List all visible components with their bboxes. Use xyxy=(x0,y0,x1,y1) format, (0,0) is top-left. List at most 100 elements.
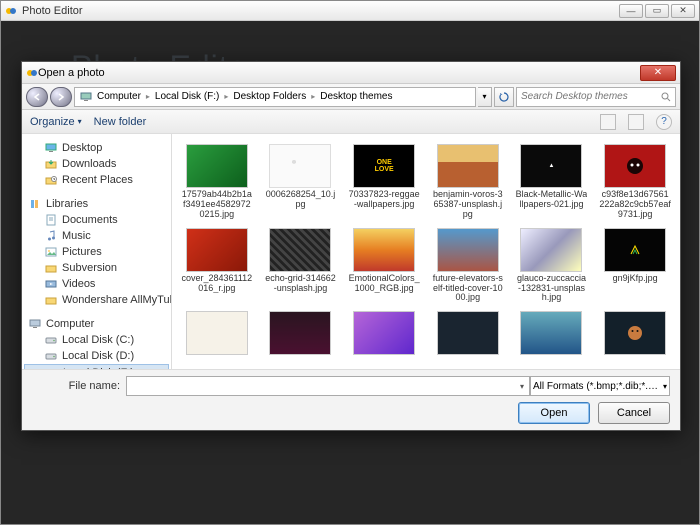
file-thumbnail xyxy=(186,228,248,272)
chevron-down-icon: ▾ xyxy=(78,117,82,126)
sidebar[interactable]: DesktopDownloadsRecent Places LibrariesDo… xyxy=(22,134,172,369)
file-label: cover_284361112016_r.jpg xyxy=(181,274,253,294)
file-label: EmotionalColors_1000_RGB.jpg xyxy=(348,274,420,294)
dialog-body: DesktopDownloadsRecent Places LibrariesDo… xyxy=(22,134,680,369)
file-item[interactable]: 0006268254_10.jpg xyxy=(260,142,342,222)
file-item[interactable]: ▲ Black-Metallic-Wallpapers-021.jpg xyxy=(511,142,593,222)
file-label: benjamin-voros-365387-unsplash.jpg xyxy=(432,190,504,220)
chevron-down-icon[interactable]: ▾ xyxy=(520,382,524,391)
file-label: 0006268254_10.jpg xyxy=(264,190,336,210)
crumb-3[interactable]: Desktop themes xyxy=(317,91,395,102)
window-buttons: — ▭ ✕ xyxy=(619,4,695,18)
organize-button[interactable]: Organize ▾ xyxy=(30,116,82,128)
dialog-titlebar[interactable]: Open a photo ✕ xyxy=(22,62,680,84)
file-item[interactable]: 17579ab44b2b1af3491ee45829720215.jpg xyxy=(176,142,258,222)
sidebar-head-libraries[interactable]: Libraries xyxy=(22,196,171,212)
file-item[interactable]: c93f8e13d67561222a82c9cb57eaf9731.jpg xyxy=(594,142,676,222)
file-thumbnail xyxy=(520,228,582,272)
file-thumbnail xyxy=(437,228,499,272)
file-item[interactable]: ONELOVE 70337823-reggae-wallpapers.jpg xyxy=(343,142,425,222)
refresh-button[interactable] xyxy=(494,87,514,107)
file-item[interactable]: EmotionalColors_1000_RGB.jpg xyxy=(343,226,425,306)
open-file-dialog: Open a photo ✕ Computer ▸ Local Disk xyxy=(21,61,681,431)
file-thumbnail xyxy=(604,228,666,272)
crumb-sep: ▸ xyxy=(311,92,315,101)
cancel-button[interactable]: Cancel xyxy=(598,402,670,424)
file-item[interactable] xyxy=(511,309,593,359)
doc-icon xyxy=(44,215,57,226)
dialog-close-button[interactable]: ✕ xyxy=(640,65,676,81)
maximize-button[interactable]: ▭ xyxy=(645,4,669,18)
app-title: Photo Editor xyxy=(22,5,83,17)
file-item[interactable]: glauco-zuccaccia-132831-unsplash.jpg xyxy=(511,226,593,306)
file-item[interactable]: echo-grid-314662-unsplash.jpg xyxy=(260,226,342,306)
sidebar-head-computer[interactable]: Computer xyxy=(22,316,171,332)
app-titlebar[interactable]: Photo Editor — ▭ ✕ xyxy=(1,1,699,21)
preview-pane-button[interactable] xyxy=(628,114,644,130)
sidebar-item-local-disk-c-[interactable]: Local Disk (C:) xyxy=(22,332,171,348)
sidebar-item-subversion[interactable]: Subversion xyxy=(22,260,171,276)
breadcrumb-dropdown[interactable]: ▾ xyxy=(478,87,492,107)
open-button[interactable]: Open xyxy=(518,402,590,424)
computer-icon xyxy=(79,91,92,102)
sidebar-item-music[interactable]: Music xyxy=(22,228,171,244)
nav-back-button[interactable] xyxy=(26,87,48,107)
app-window: Photo Editor — ▭ ✕ Photo Editor Open a p… xyxy=(0,0,700,525)
file-item[interactable]: cover_284361112016_r.jpg xyxy=(176,226,258,306)
lib-icon xyxy=(28,199,41,210)
dialog-footer: File name: ▾ All Formats (*.bmp;*.dib;*.… xyxy=(22,369,680,430)
sidebar-item-downloads[interactable]: Downloads xyxy=(22,156,171,172)
view-mode-button[interactable] xyxy=(600,114,616,130)
dialog-title: Open a photo xyxy=(38,67,105,79)
file-list[interactable]: 17579ab44b2b1af3491ee45829720215.jpg 000… xyxy=(172,134,680,369)
file-thumbnail: ONELOVE xyxy=(353,144,415,188)
filetype-combo[interactable]: All Formats (*.bmp;*.dib;*.gif;*. ▾ xyxy=(530,376,670,396)
chevron-down-icon: ▾ xyxy=(663,382,667,391)
file-item[interactable] xyxy=(176,309,258,359)
file-label: gn9jKfp.jpg xyxy=(599,274,671,284)
file-item[interactable]: future-elevators-self-titled-cover-1000.… xyxy=(427,226,509,306)
file-label: echo-grid-314662-unsplash.jpg xyxy=(264,274,336,294)
sidebar-item-videos[interactable]: Videos xyxy=(22,276,171,292)
crumb-2[interactable]: Desktop Folders xyxy=(230,91,309,102)
file-thumbnail xyxy=(437,311,499,355)
sidebar-item-local-disk-d-[interactable]: Local Disk (D:) xyxy=(22,348,171,364)
help-button[interactable]: ? xyxy=(656,114,672,130)
file-thumbnail xyxy=(269,228,331,272)
search-input[interactable] xyxy=(521,91,659,102)
close-button[interactable]: ✕ xyxy=(671,4,695,18)
app-body: Photo Editor Open a photo ✕ xyxy=(1,21,699,524)
recent-icon xyxy=(44,175,57,186)
minimize-button[interactable]: — xyxy=(619,4,643,18)
filename-input[interactable] xyxy=(126,376,530,396)
file-item[interactable] xyxy=(594,309,676,359)
file-item[interactable] xyxy=(343,309,425,359)
crumb-0[interactable]: Computer xyxy=(94,91,144,102)
sidebar-item-desktop[interactable]: Desktop xyxy=(22,140,171,156)
svn-icon xyxy=(44,263,57,274)
download-icon xyxy=(44,159,57,170)
sidebar-item-recent places[interactable]: Recent Places xyxy=(22,172,171,188)
sidebar-item-documents[interactable]: Documents xyxy=(22,212,171,228)
crumb-1[interactable]: Local Disk (F:) xyxy=(152,91,222,102)
file-item[interactable]: gn9jKfp.jpg xyxy=(594,226,676,306)
file-item[interactable] xyxy=(427,309,509,359)
drive-icon xyxy=(44,335,57,346)
sidebar-item-wondershare-allmytube[interactable]: Wondershare AllMyTube xyxy=(22,292,171,308)
nav-row: Computer ▸ Local Disk (F:) ▸ Desktop Fol… xyxy=(22,84,680,110)
sidebar-item-pictures[interactable]: Pictures xyxy=(22,244,171,260)
search-box[interactable] xyxy=(516,87,676,107)
nav-forward-button[interactable] xyxy=(50,87,72,107)
crumb-sep: ▸ xyxy=(146,92,150,101)
file-item[interactable] xyxy=(260,309,342,359)
drive-icon xyxy=(44,351,57,362)
file-label: future-elevators-self-titled-cover-1000.… xyxy=(432,274,504,304)
file-label: 17579ab44b2b1af3491ee45829720215.jpg xyxy=(181,190,253,220)
file-thumbnail xyxy=(604,144,666,188)
file-item[interactable]: benjamin-voros-365387-unsplash.jpg xyxy=(427,142,509,222)
breadcrumb[interactable]: Computer ▸ Local Disk (F:) ▸ Desktop Fol… xyxy=(74,87,476,107)
file-thumbnail xyxy=(353,311,415,355)
new-folder-button[interactable]: New folder xyxy=(94,116,147,128)
file-thumbnail: ▲ xyxy=(520,144,582,188)
computer-icon xyxy=(28,319,41,330)
